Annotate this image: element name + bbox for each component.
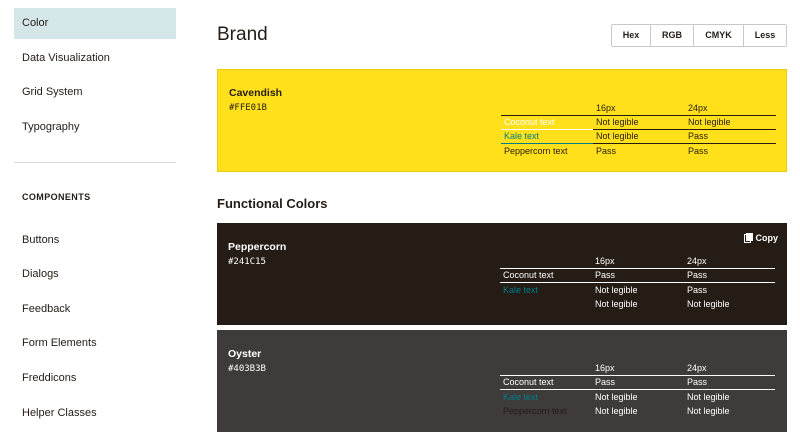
sidebar-item-buttons[interactable]: Buttons — [14, 225, 176, 256]
sidebar-item-feedback[interactable]: Feedback — [14, 294, 176, 325]
table-header-cell: 24px — [685, 101, 776, 116]
sidebar: Color Data Visualization Grid System Typ… — [0, 0, 190, 436]
swatch-hex: #403B3B — [228, 364, 266, 374]
table-header-cell — [500, 361, 592, 376]
sidebar-item-typography[interactable]: Typography — [14, 112, 176, 143]
table-cell: Kale text — [501, 129, 593, 145]
copy-label: Copy — [755, 233, 779, 243]
table-header-cell: 24px — [684, 361, 775, 376]
table-cell: Not legible — [595, 405, 638, 416]
legibility-table: 16px 24px Coconut text Pass Pass Kale te… — [500, 254, 775, 311]
table-cell: Not legible — [687, 298, 730, 309]
table-row: Peppercorn text Pass Pass — [501, 144, 776, 158]
clipboard-icon — [743, 233, 753, 243]
table-cell: Pass — [592, 268, 684, 283]
table-cell: Coconut text — [501, 115, 593, 130]
table-cell: Pass — [687, 284, 708, 295]
swatch-name: Cavendish — [229, 87, 283, 99]
table-cell: Not legible — [593, 129, 685, 145]
copy-button[interactable]: Copy — [743, 233, 779, 243]
format-cmyk-button[interactable]: CMYK — [694, 25, 744, 46]
table-cell: Not legible — [595, 391, 638, 402]
table-row: Coconut text Pass Pass — [500, 375, 775, 390]
table-header-cell: 16px — [592, 254, 684, 269]
table-cell: Not legible — [685, 115, 776, 130]
table-row: Kale text Not legible Pass — [500, 282, 775, 296]
table-cell: Pass — [592, 375, 684, 390]
table-row: Kale text Not legible Not legible — [500, 389, 775, 403]
table-row: Coconut text Pass Pass — [500, 268, 775, 283]
table-header-cell — [501, 101, 593, 116]
table-header-cell: 16px — [593, 101, 685, 116]
table-header-cell — [500, 254, 592, 269]
legibility-table: 16px 24px Coconut text Pass Pass Kale te… — [500, 361, 775, 418]
table-header-cell: 24px — [684, 254, 775, 269]
table-cell: Peppercorn text — [504, 145, 568, 156]
table-cell: Pass — [688, 145, 709, 156]
table-cell: Kale text — [503, 284, 539, 295]
table-row: Peppercorn text Not legible Not legible — [500, 404, 775, 418]
table-cell: Not legible — [595, 298, 638, 309]
table-cell: Kale text — [503, 391, 539, 402]
table-cell: Pass — [684, 375, 775, 390]
sidebar-item-dialogs[interactable]: Dialogs — [14, 259, 176, 290]
sidebar-item-form-elements[interactable]: Form Elements — [14, 328, 176, 359]
swatch-peppercorn[interactable]: Peppercorn #241C15 Copy 16px 24px Coconu… — [217, 223, 787, 325]
table-cell: Not legible — [593, 115, 685, 130]
sidebar-item-helper-classes[interactable]: Helper Classes — [14, 398, 176, 429]
color-format-toggle: Hex RGB CMYK Less — [611, 24, 787, 47]
table-cell: Pass — [684, 268, 775, 283]
legibility-table: 16px 24px Coconut text Not legible Not l… — [501, 101, 776, 158]
section-title-functional-colors: Functional Colors — [217, 196, 328, 211]
table-cell — [500, 297, 592, 311]
table-cell: Coconut text — [500, 268, 592, 283]
table-cell: Not legible — [687, 391, 730, 402]
table-cell: Peppercorn text — [503, 405, 567, 416]
table-cell: Pass — [685, 129, 776, 145]
sidebar-item-data-visualization[interactable]: Data Visualization — [14, 43, 176, 74]
sidebar-item-grid-system[interactable]: Grid System — [14, 77, 176, 108]
sidebar-components-heading: COMPONENTS — [22, 192, 91, 202]
swatch-hex: #FFE01B — [229, 103, 267, 113]
table-header-cell: 16px — [592, 361, 684, 376]
table-cell: Coconut text — [500, 375, 592, 390]
page-title: Brand — [217, 24, 268, 45]
sidebar-item-freddicons[interactable]: Freddicons — [14, 363, 176, 394]
table-cell: Not legible — [595, 284, 638, 295]
sidebar-item-color[interactable]: Color — [14, 8, 176, 39]
format-rgb-button[interactable]: RGB — [651, 25, 694, 46]
table-cell: Pass — [596, 145, 617, 156]
table-cell: Not legible — [687, 405, 730, 416]
format-hex-button[interactable]: Hex — [612, 25, 651, 46]
swatch-hex: #241C15 — [228, 257, 266, 267]
table-row: Coconut text Not legible Not legible — [501, 115, 776, 130]
swatch-name: Peppercorn — [228, 241, 287, 253]
sidebar-divider — [14, 162, 176, 163]
swatch-cavendish[interactable]: Cavendish #FFE01B 16px 24px Coconut text… — [217, 69, 787, 172]
swatch-oyster[interactable]: Oyster #403B3B 16px 24px Coconut text Pa… — [217, 330, 787, 432]
swatch-name: Oyster — [228, 348, 262, 360]
format-less-button[interactable]: Less — [744, 25, 786, 46]
table-row: Not legible Not legible — [500, 297, 775, 311]
table-row: Kale text Not legible Pass — [501, 129, 776, 145]
